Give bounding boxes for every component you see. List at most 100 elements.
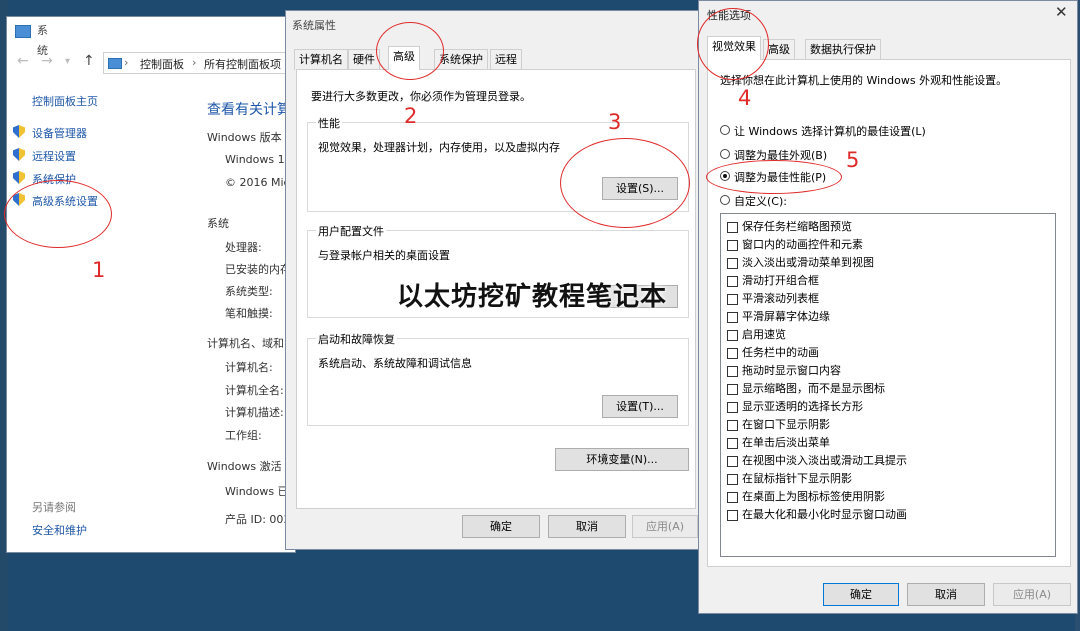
performance-options-dialog: 性能选项 ✕ 视觉效果 高级 数据执行保护 选择你想在此计算机上使用的 Wind… xyxy=(698,0,1078,614)
sidebar-item-remote-settings[interactable]: 远程设置 xyxy=(32,148,76,164)
startup-recovery-settings-button[interactable]: 设置(T)... xyxy=(602,395,678,418)
shield-icon xyxy=(13,125,25,138)
annotation-circle-advanced-settings xyxy=(4,180,112,248)
windows-edition-name: Windows 10 xyxy=(225,153,292,166)
option-custom[interactable]: 自定义(C): xyxy=(734,193,787,209)
annotation-number: 5 xyxy=(846,148,860,172)
checkbox[interactable] xyxy=(727,492,738,503)
tab-remote[interactable]: 远程 xyxy=(490,49,522,70)
checkbox[interactable] xyxy=(727,384,738,395)
tab-advanced[interactable]: 高级 xyxy=(388,46,420,70)
admin-note: 要进行大多数更改，你必须作为管理员登录。 xyxy=(311,90,531,103)
annotation-number: 2 xyxy=(404,104,418,128)
recent-dropdown-icon[interactable]: ▾ xyxy=(65,56,70,67)
up-arrow-icon[interactable]: ↑ xyxy=(83,53,95,69)
checkbox[interactable] xyxy=(727,420,738,431)
effect-label: 保存任务栏缩略图预览 xyxy=(742,220,852,233)
checkbox[interactable] xyxy=(727,330,738,341)
cancel-button[interactable]: 取消 xyxy=(548,515,626,538)
tab-visual-effects[interactable]: 视觉效果 xyxy=(707,36,761,60)
control-panel-icon xyxy=(108,58,122,69)
checkbox[interactable] xyxy=(727,510,738,521)
checkbox[interactable] xyxy=(727,258,738,269)
apply-button[interactable]: 应用(A) xyxy=(993,583,1071,606)
effect-label: 平滑滚动列表框 xyxy=(742,292,819,305)
effect-label: 显示缩略图，而不是显示图标 xyxy=(742,382,885,395)
processor-label: 处理器: xyxy=(225,241,262,254)
copyright-text: © 2016 Mic xyxy=(225,176,290,189)
computer-name-label: 计算机名: xyxy=(225,361,273,374)
effect-label: 在单击后淡出菜单 xyxy=(742,436,830,449)
checkbox[interactable] xyxy=(727,240,738,251)
checkbox[interactable] xyxy=(727,348,738,359)
visual-effects-list[interactable]: 保存任务栏缩略图预览 窗口内的动画控件和元素 淡入淡出或滑动菜单到视图 滑动打开… xyxy=(720,213,1056,557)
activation-status: Windows 已 xyxy=(225,485,289,498)
system-heading: 系统 xyxy=(207,217,229,230)
effect-label: 淡入淡出或滑动菜单到视图 xyxy=(742,256,874,269)
effect-label: 任务栏中的动画 xyxy=(742,346,819,359)
breadcrumb-separator-icon: › xyxy=(192,56,197,69)
startup-recovery-group: 启动和故障恢复 系统启动、系统故障和调试信息 设置(T)... xyxy=(307,331,689,426)
checkbox[interactable] xyxy=(727,276,738,287)
product-id: 产品 ID: 003 xyxy=(225,513,291,526)
address-bar[interactable]: › 控制面板 › 所有控制面板项 xyxy=(103,52,303,74)
performance-group-title: 性能 xyxy=(316,115,342,131)
effect-label: 启用速览 xyxy=(742,328,786,341)
checkbox[interactable] xyxy=(727,438,738,449)
breadcrumb-control-panel[interactable]: 控制面板 xyxy=(140,56,184,72)
radio-best-appearance[interactable] xyxy=(720,149,730,159)
system-window: 系统 ← → ▾ ↑ › 控制面板 › 所有控制面板项 控制面板主页 设备管理器… xyxy=(6,16,303,553)
option-let-windows-choose[interactable]: 让 Windows 选择计算机的最佳设置(L) xyxy=(734,123,926,139)
annotation-number: 1 xyxy=(92,258,106,282)
effect-label: 拖动时显示窗口内容 xyxy=(742,364,841,377)
security-maintenance-link[interactable]: 安全和维护 xyxy=(32,522,87,538)
user-profiles-group-title: 用户配置文件 xyxy=(316,223,386,239)
effect-label: 显示亚透明的选择长方形 xyxy=(742,400,863,413)
apply-button[interactable]: 应用(A) xyxy=(632,515,698,538)
checkbox[interactable] xyxy=(727,294,738,305)
tab-data-execution-prevention[interactable]: 数据执行保护 xyxy=(805,39,881,60)
breadcrumb-all-items[interactable]: 所有控制面板项 xyxy=(204,56,281,72)
effect-label: 滑动打开组合框 xyxy=(742,274,819,287)
control-panel-home-link[interactable]: 控制面板主页 xyxy=(32,93,98,109)
annotation-number: 3 xyxy=(608,110,622,134)
checkbox[interactable] xyxy=(727,312,738,323)
effect-label: 在窗口下显示阴影 xyxy=(742,418,830,431)
performance-description: 视觉效果，处理器计划，内存使用，以及虚拟内存 xyxy=(318,141,560,154)
dialog-title: 系统属性 xyxy=(292,19,336,32)
visual-effects-panel: 选择你想在此计算机上使用的 Windows 外观和性能设置。 让 Windows… xyxy=(707,59,1071,567)
startup-recovery-group-title: 启动和故障恢复 xyxy=(316,331,397,347)
forward-arrow-icon[interactable]: → xyxy=(41,53,53,69)
effect-label: 窗口内的动画控件和元素 xyxy=(742,238,863,251)
checkbox[interactable] xyxy=(727,222,738,233)
close-icon[interactable]: ✕ xyxy=(1055,3,1068,21)
full-computer-name-label: 计算机全名: xyxy=(225,384,284,397)
checkbox[interactable] xyxy=(727,456,738,467)
workgroup-label: 工作组: xyxy=(225,429,262,442)
ok-button[interactable]: 确定 xyxy=(462,515,540,538)
checkbox[interactable] xyxy=(727,474,738,485)
user-profiles-description: 与登录帐户相关的桌面设置 xyxy=(318,249,450,262)
computer-description-label: 计算机描述: xyxy=(225,406,284,419)
tab-computer-name[interactable]: 计算机名 xyxy=(294,49,348,70)
annotation-circle-settings-button xyxy=(560,138,690,228)
radio-let-windows-choose[interactable] xyxy=(720,125,730,135)
checkbox[interactable] xyxy=(727,402,738,413)
address-toolbar: ← → ▾ ↑ › 控制面板 › 所有控制面板项 xyxy=(7,49,303,77)
effect-label: 平滑屏幕字体边缘 xyxy=(742,310,830,323)
back-arrow-icon[interactable]: ← xyxy=(17,53,29,69)
ok-button[interactable]: 确定 xyxy=(823,583,899,606)
see-also-heading: 另请参阅 xyxy=(32,501,76,514)
effect-label: 在鼠标指针下显示阴影 xyxy=(742,472,852,485)
effect-label: 在视图中淡入淡出或滑动工具提示 xyxy=(742,454,907,467)
cancel-button[interactable]: 取消 xyxy=(907,583,985,606)
radio-custom[interactable] xyxy=(720,195,730,205)
shield-icon xyxy=(13,171,25,184)
sidebar-item-device-manager[interactable]: 设备管理器 xyxy=(32,125,87,141)
annotation-circle-best-performance xyxy=(706,160,842,194)
environment-variables-button[interactable]: 环境变量(N)... xyxy=(555,448,689,471)
effect-label: 在桌面上为图标标签使用阴影 xyxy=(742,490,885,503)
checkbox[interactable] xyxy=(727,366,738,377)
annotation-number: 4 xyxy=(738,86,752,110)
memory-label: 已安装的内存 xyxy=(225,263,291,276)
